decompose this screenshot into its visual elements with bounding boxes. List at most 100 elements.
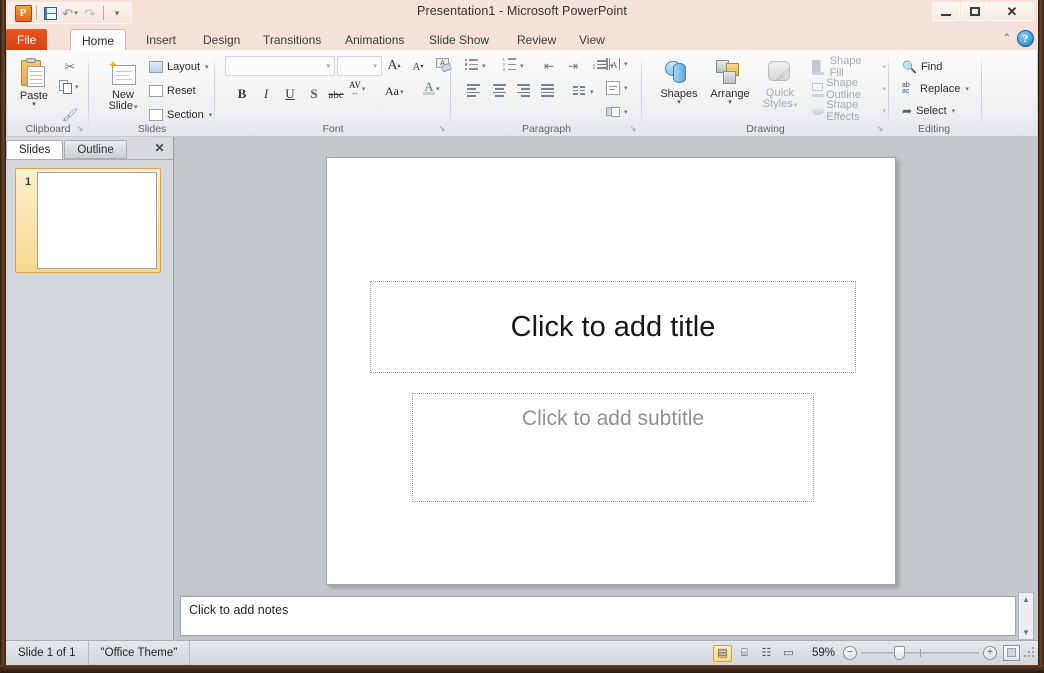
align-text-dropdown-arrow[interactable]: ▾ bbox=[624, 84, 628, 92]
title-placeholder[interactable]: Click to add title bbox=[370, 281, 856, 373]
slide-edit-area[interactable]: Click to add title Click to add subtitle bbox=[174, 137, 1038, 640]
tab-view[interactable]: View bbox=[568, 29, 616, 51]
replace-dropdown-arrow[interactable]: ▾ bbox=[965, 85, 969, 93]
find-button[interactable]: 🔍 Find bbox=[899, 56, 945, 78]
tab-slide-show[interactable]: Slide Show bbox=[418, 29, 500, 51]
font-color-dropdown-arrow[interactable]: ▾ bbox=[436, 85, 440, 93]
zoom-out-button[interactable]: − bbox=[843, 646, 857, 660]
tab-insert[interactable]: Insert bbox=[135, 29, 187, 51]
font-dialog-launcher[interactable]: ↘ bbox=[437, 124, 447, 134]
align-right-icon[interactable] bbox=[513, 82, 533, 101]
select-button[interactable]: ➦ Select ▾ bbox=[899, 100, 958, 122]
font-name-dropdown-arrow[interactable]: ▾ bbox=[326, 62, 330, 70]
change-case-dropdown-arrow[interactable]: ▾ bbox=[400, 88, 404, 96]
numbering-dropdown-arrow[interactable]: ▾ bbox=[520, 62, 524, 70]
underline-button[interactable]: U bbox=[279, 83, 301, 104]
zoom-slider-thumb[interactable] bbox=[894, 646, 905, 660]
zoom-in-button[interactable]: + bbox=[983, 646, 997, 660]
tab-animations[interactable]: Animations bbox=[334, 29, 415, 51]
bullets-dropdown-arrow[interactable]: ▾ bbox=[482, 62, 486, 70]
close-pane-icon[interactable]: ✕ bbox=[152, 140, 167, 155]
scroll-down-icon[interactable]: ▼ bbox=[1022, 628, 1030, 637]
layout-button[interactable]: Layout ▾ bbox=[146, 56, 212, 78]
slide-thumbnail-1[interactable]: 1 bbox=[15, 168, 161, 273]
notes-input[interactable]: Click to add notes bbox=[180, 596, 1016, 636]
smartart-dropdown-arrow[interactable]: ▾ bbox=[624, 108, 628, 116]
minimize-button[interactable] bbox=[932, 2, 960, 21]
zoom-level[interactable]: 59% bbox=[804, 647, 843, 659]
maximize-button[interactable] bbox=[961, 2, 989, 21]
notes-scrollbar[interactable]: ▲ ▼ bbox=[1018, 592, 1034, 640]
slide-thumbnail-number: 1 bbox=[24, 176, 32, 188]
slide-sorter-view-button[interactable]: ⌸ bbox=[735, 645, 754, 662]
font-size-input[interactable]: ▾ bbox=[337, 56, 382, 76]
tab-transitions[interactable]: Transitions bbox=[252, 29, 332, 51]
zoom-slider[interactable] bbox=[861, 646, 979, 660]
tab-design[interactable]: Design bbox=[192, 29, 251, 51]
cut-icon[interactable]: ✂ bbox=[59, 56, 81, 77]
shapes-button[interactable]: Shapes ▾ bbox=[654, 56, 704, 106]
drawing-dialog-launcher[interactable]: ↘ bbox=[875, 124, 885, 134]
collapse-ribbon-icon[interactable]: ⌃ bbox=[1003, 33, 1011, 44]
paragraph-dialog-launcher[interactable]: ↘ bbox=[628, 124, 638, 134]
char-spacing-dropdown-arrow[interactable]: ▾ bbox=[362, 85, 366, 93]
change-case-button[interactable]: Aa ▾ bbox=[385, 84, 404, 99]
decrease-indent-icon[interactable]: ⇤ bbox=[539, 56, 559, 75]
increase-indent-icon[interactable]: ⇥ bbox=[563, 56, 583, 75]
select-dropdown-arrow[interactable]: ▾ bbox=[952, 107, 956, 115]
grow-font-icon[interactable]: A ▴ bbox=[383, 55, 405, 76]
shapes-dropdown-arrow[interactable]: ▾ bbox=[677, 99, 681, 106]
font-size-dropdown-arrow[interactable]: ▾ bbox=[373, 62, 377, 70]
arrange-dropdown-arrow[interactable]: ▾ bbox=[728, 99, 732, 106]
align-text-button[interactable]: ▾ bbox=[603, 78, 628, 97]
new-slide-button[interactable]: ✦ New Slide▾ bbox=[99, 56, 147, 113]
shrink-font-icon[interactable]: A ▾ bbox=[407, 56, 429, 77]
tab-outline[interactable]: Outline bbox=[64, 140, 127, 159]
tab-slides[interactable]: Slides bbox=[6, 140, 64, 159]
section-dropdown-arrow[interactable]: ▾ bbox=[209, 111, 213, 119]
replace-button[interactable]: ab ac Replace ▾ bbox=[899, 78, 972, 100]
justify-icon[interactable] bbox=[537, 82, 557, 101]
arrange-button[interactable]: Arrange ▾ bbox=[704, 56, 756, 106]
align-left-icon[interactable] bbox=[463, 82, 483, 101]
slide-counter: Slide 1 of 1 bbox=[6, 640, 89, 666]
bold-button[interactable]: B bbox=[231, 83, 253, 104]
italic-button[interactable]: I bbox=[255, 83, 277, 104]
text-direction-dropdown-arrow[interactable]: ▾ bbox=[624, 60, 628, 68]
resize-grip[interactable] bbox=[1024, 647, 1036, 659]
bullets-button[interactable]: ▾ bbox=[461, 56, 486, 75]
text-direction-button[interactable]: A ▾ bbox=[603, 54, 628, 73]
subtitle-placeholder[interactable]: Click to add subtitle bbox=[412, 393, 814, 502]
close-button[interactable]: ✕ bbox=[990, 2, 1034, 21]
tab-file[interactable]: File bbox=[6, 29, 48, 51]
paste-button[interactable]: Paste ▾ bbox=[11, 54, 57, 108]
tab-review[interactable]: Review bbox=[506, 29, 567, 51]
clipboard-dialog-launcher[interactable]: ↘ bbox=[75, 124, 85, 134]
font-name-input[interactable]: ▾ bbox=[225, 56, 335, 76]
character-spacing-button[interactable]: AV ↔ ▾ bbox=[349, 81, 366, 97]
reset-button[interactable]: Reset bbox=[146, 80, 199, 102]
text-shadow-button[interactable]: S bbox=[303, 83, 325, 104]
convert-to-smartart-button[interactable]: ▾ bbox=[603, 102, 628, 121]
normal-view-button[interactable]: ▤ bbox=[712, 644, 732, 662]
slide-show-button[interactable]: ▭ bbox=[779, 645, 798, 662]
theme-name: "Office Theme" bbox=[89, 640, 191, 666]
numbering-button[interactable]: 1 2 3 ▾ bbox=[499, 56, 524, 75]
font-color-button[interactable]: A ▾ bbox=[423, 80, 440, 95]
paste-dropdown-arrow[interactable]: ▾ bbox=[32, 101, 36, 108]
columns-dropdown-arrow[interactable]: ▾ bbox=[590, 88, 594, 96]
layout-dropdown-arrow[interactable]: ▾ bbox=[205, 63, 209, 71]
strikethrough-button[interactable]: abc bbox=[325, 84, 347, 105]
copy-dropdown-arrow[interactable]: ▾ bbox=[75, 83, 79, 91]
copy-button[interactable]: ▾ bbox=[59, 80, 79, 94]
format-painter-icon[interactable]: 🖌 bbox=[59, 104, 81, 125]
help-icon[interactable]: ? bbox=[1017, 30, 1034, 47]
slide-canvas[interactable]: Click to add title Click to add subtitle bbox=[326, 157, 896, 585]
tab-home[interactable]: Home bbox=[70, 29, 127, 51]
scroll-up-icon[interactable]: ▲ bbox=[1022, 595, 1030, 604]
new-slide-dropdown-arrow[interactable]: ▾ bbox=[134, 104, 138, 111]
align-center-icon[interactable] bbox=[489, 82, 509, 101]
reading-view-button[interactable]: ☷ bbox=[757, 645, 776, 662]
fit-slide-to-window-button[interactable] bbox=[1003, 645, 1020, 661]
columns-button[interactable]: ▾ bbox=[569, 82, 594, 101]
